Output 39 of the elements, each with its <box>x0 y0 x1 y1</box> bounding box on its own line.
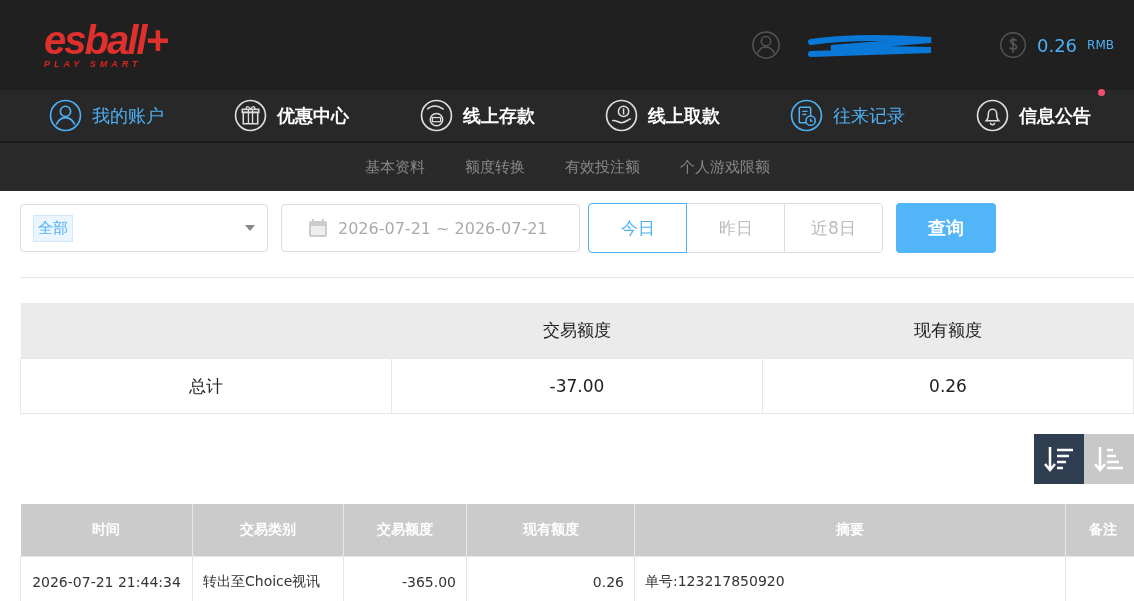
table-cell: -365.00 <box>343 556 467 601</box>
calendar-icon <box>308 218 328 238</box>
subnav-link[interactable]: 基本资料 <box>364 157 425 177</box>
date-preset-button[interactable]: 今日 <box>588 203 687 253</box>
table-cell: -37.00 <box>391 358 763 414</box>
subnav-link[interactable]: 额度转换 <box>464 157 525 177</box>
currency-label: RMB <box>1087 38 1114 52</box>
table-cell: 0.26 <box>466 556 635 601</box>
table-cell: 转出至Choice视讯 <box>192 556 344 601</box>
clipboard-icon <box>790 99 824 132</box>
logo-tagline: PLAY SMART <box>44 59 143 69</box>
subnav-link[interactable]: 有效投注额 <box>564 157 640 177</box>
nav-tab[interactable]: 线上存款 <box>411 99 543 132</box>
user-icon <box>751 30 781 60</box>
coin-hand-icon <box>605 99 639 132</box>
nav-tab[interactable]: 信息公告 <box>967 99 1099 132</box>
user-icon <box>49 99 83 132</box>
search-button[interactable]: 查询 <box>896 203 996 253</box>
balance-amount: 0.26 <box>1037 34 1078 56</box>
coin-hand-icon <box>419 99 453 132</box>
sort-descending-button[interactable] <box>1034 434 1084 484</box>
type-select[interactable]: 全部 <box>20 204 268 252</box>
table-cell: 总计 <box>20 358 392 414</box>
nav-tab[interactable]: 优惠中心 <box>226 99 358 132</box>
table-cell: 2026-07-21 21:44:34 <box>20 556 193 601</box>
bell-icon <box>975 99 1009 132</box>
gift-icon <box>234 99 268 132</box>
nav-tab[interactable]: 我的账户 <box>41 99 173 132</box>
caret-icon <box>245 225 255 231</box>
table-cell: 0.26 <box>762 358 1134 414</box>
dollar-icon <box>999 31 1027 59</box>
column-header: 交易额度 <box>391 303 763 359</box>
subnav-link[interactable]: 个人游戏限额 <box>679 157 770 177</box>
logo-wordmark: esball+ <box>44 21 167 59</box>
column-header: 现有额度 <box>762 303 1134 359</box>
nav-tab[interactable]: 往来记录 <box>782 99 914 132</box>
nav-tab[interactable]: 线上取款 <box>597 99 729 132</box>
table-cell: 单号:123217850920 <box>634 556 1066 601</box>
date-range-field[interactable]: 2026-07-21 ~ 2026-07-21 <box>281 204 580 252</box>
